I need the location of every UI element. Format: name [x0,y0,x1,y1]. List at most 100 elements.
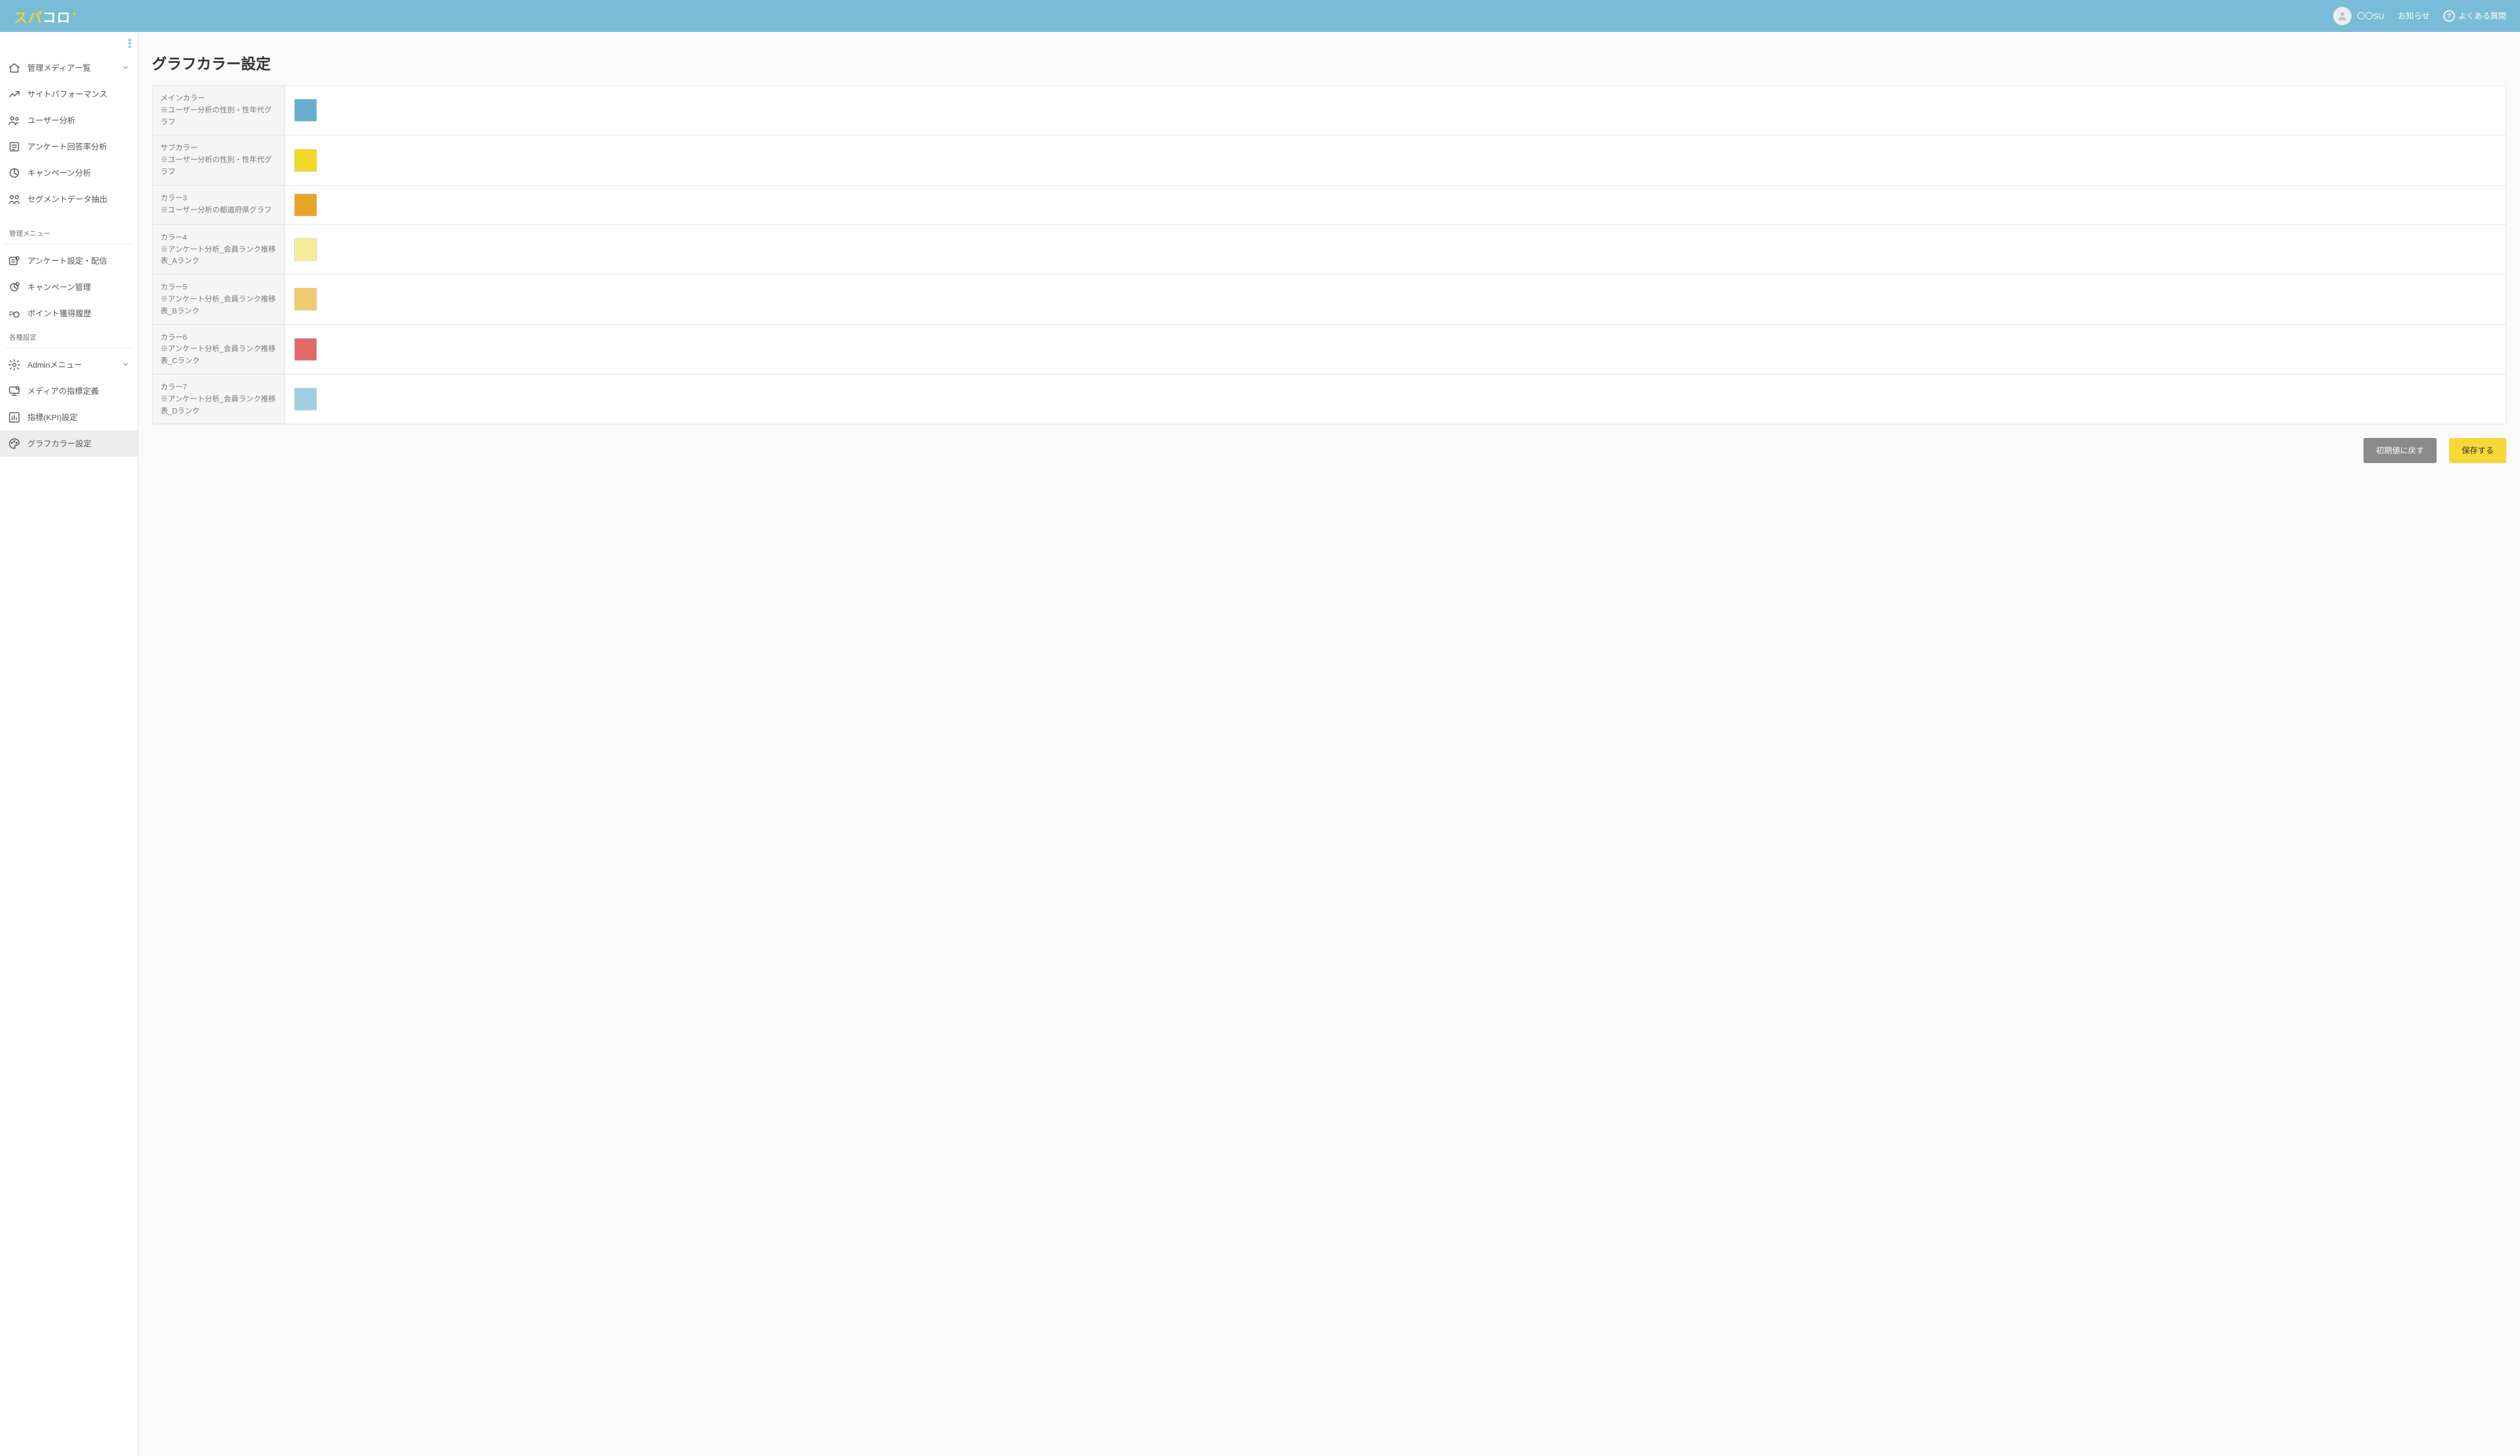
color-label-cell: カラー5※アンケート分析_会員ランク推移表_Bランク [153,275,285,324]
color-row: カラー5※アンケート分析_会員ランク推移表_Bランク [153,275,2506,324]
color-value-cell [285,86,2506,135]
sidebar-item-label: Adminメニュー [27,359,82,371]
sidebar-item-label: 指標(KPI)設定 [27,412,78,423]
color-name: カラー5 [160,281,276,293]
home-icon [8,62,21,74]
sidebar-group-title: 各種設定 [0,327,138,344]
sidebar-item[interactable]: キャンペーン管理 [0,274,138,300]
sidebar-item[interactable]: ユーザー分析 [0,107,138,134]
header-bar: スパコロ+ 〇〇SU お知らせ ? よくある質問 [0,0,2520,32]
color-label-cell: メインカラー※ユーザー分析の性別・性年代グラフ [153,86,285,135]
color-swatch[interactable] [294,388,317,411]
logo[interactable]: スパコロ+ [14,6,76,26]
sidebar-item[interactable]: アンケート設定・配信 [0,248,138,274]
sidebar-item-label: ユーザー分析 [27,115,75,126]
color-table: メインカラー※ユーザー分析の性別・性年代グラフサブカラー※ユーザー分析の性別・性… [152,85,2506,424]
sidebar-group-title: 管理メニュー [0,223,138,240]
sidebar: 管理メディア一覧サイトパフォーマンスユーザー分析アンケート回答率分析キャンペーン… [0,32,138,1456]
color-label-cell: カラー4※アンケート分析_会員ランク推移表_Aランク [153,225,285,274]
color-swatch[interactable] [294,238,317,261]
chevron-down-icon [122,360,130,370]
campaign-analysis-icon [8,167,21,179]
sidebar-item[interactable]: サイトパフォーマンス [0,81,138,107]
sidebar-item-label: グラフカラー設定 [27,438,91,449]
faq-label: よくある質問 [2458,10,2506,22]
color-swatch[interactable] [294,338,317,361]
color-value-cell [285,225,2506,274]
logo-right: コロ [42,6,71,26]
action-bar: 初期値に戻す 保存する [152,438,2506,463]
user-name: 〇〇SU [2357,10,2384,22]
color-swatch[interactable] [294,194,317,216]
page-title: グラフカラー設定 [152,53,2506,74]
sidebar-item[interactable]: セグメントデータ抽出 [0,186,138,212]
color-value-cell [285,325,2506,374]
kpi-icon [8,411,21,424]
reset-button[interactable]: 初期値に戻す [2363,438,2437,463]
color-note: ※アンケート分析_会員ランク推移表_Dランク [160,393,276,417]
kebab-icon[interactable] [129,39,131,50]
color-row: カラー7※アンケート分析_会員ランク推移表_Dランク [153,375,2506,424]
sidebar-item-label: アンケート設定・配信 [27,255,107,267]
sidebar-item-label: メディアの指標定義 [27,385,99,397]
color-label-cell: カラー7※アンケート分析_会員ランク推移表_Dランク [153,375,285,424]
color-name: カラー6 [160,332,276,344]
sidebar-item-label: キャンペーン管理 [27,281,91,293]
color-name: カラー7 [160,381,276,393]
sidebar-item[interactable]: メディアの指標定義 [0,378,138,404]
color-note: ※ユーザー分析の性別・性年代グラフ [160,154,276,178]
avatar-icon [2337,10,2348,22]
sidebar-item[interactable]: 管理メディア一覧 [0,55,138,81]
user-block[interactable]: 〇〇SU [2333,7,2384,25]
color-value-cell [285,275,2506,324]
trend-icon [8,88,21,100]
color-name: カラー3 [160,192,276,204]
logo-left: スパ [14,6,42,26]
color-name: カラー4 [160,232,276,244]
color-row: カラー6※アンケート分析_会員ランク推移表_Cランク [153,325,2506,375]
sidebar-item[interactable]: グラフカラー設定 [0,431,138,457]
color-label-cell: カラー6※アンケート分析_会員ランク推移表_Cランク [153,325,285,374]
users-icon [8,114,21,127]
sidebar-item[interactable]: キャンペーン分析 [0,160,138,186]
help-icon: ? [2443,10,2455,22]
sidebar-item[interactable]: P ポイント獲得履歴 [0,300,138,327]
color-note: ※ユーザー分析の都道府県グラフ [160,204,276,216]
notice-link[interactable]: お知らせ [2398,10,2430,22]
color-swatch[interactable] [294,288,317,311]
color-note: ※アンケート分析_会員ランク推移表_Aランク [160,244,276,268]
color-note: ※アンケート分析_会員ランク推移表_Bランク [160,293,276,317]
sidebar-item[interactable]: Adminメニュー [0,352,138,378]
chevron-down-icon [122,63,130,73]
color-note: ※アンケート分析_会員ランク推移表_Cランク [160,343,276,367]
color-label-cell: カラー3※ユーザー分析の都道府県グラフ [153,186,285,224]
sidebar-item-label: ポイント獲得履歴 [27,308,91,319]
campaign-gear-icon [8,281,21,293]
svg-text:P: P [9,310,14,319]
main-content: グラフカラー設定 メインカラー※ユーザー分析の性別・性年代グラフサブカラー※ユー… [138,32,2520,1456]
sidebar-item-label: アンケート回答率分析 [27,141,107,152]
color-value-cell [285,186,2506,224]
monitor-icon [8,385,21,397]
color-name: サブカラー [160,142,276,154]
palette-icon [8,437,21,450]
sidebar-item[interactable]: アンケート回答率分析 [0,134,138,160]
sidebar-item-label: キャンペーン分析 [27,167,91,179]
faq-link[interactable]: ? よくある質問 [2443,10,2506,22]
color-swatch[interactable] [294,149,317,172]
segment-icon [8,193,21,206]
color-value-cell [285,135,2506,184]
color-swatch[interactable] [294,99,317,122]
color-row: サブカラー※ユーザー分析の性別・性年代グラフ [153,135,2506,185]
color-row: メインカラー※ユーザー分析の性別・性年代グラフ [153,86,2506,135]
survey-icon [8,140,21,153]
sidebar-item-label: サイトパフォーマンス [27,89,107,100]
sidebar-item-label: セグメントデータ抽出 [27,194,107,205]
logo-plus-icon: + [72,9,77,18]
color-name: メインカラー [160,92,276,104]
sidebar-item-label: 管理メディア一覧 [27,62,91,74]
save-button[interactable]: 保存する [2449,438,2506,463]
survey-gear-icon [8,255,21,267]
sidebar-item[interactable]: 指標(KPI)設定 [0,404,138,431]
point-icon: P [8,307,21,320]
